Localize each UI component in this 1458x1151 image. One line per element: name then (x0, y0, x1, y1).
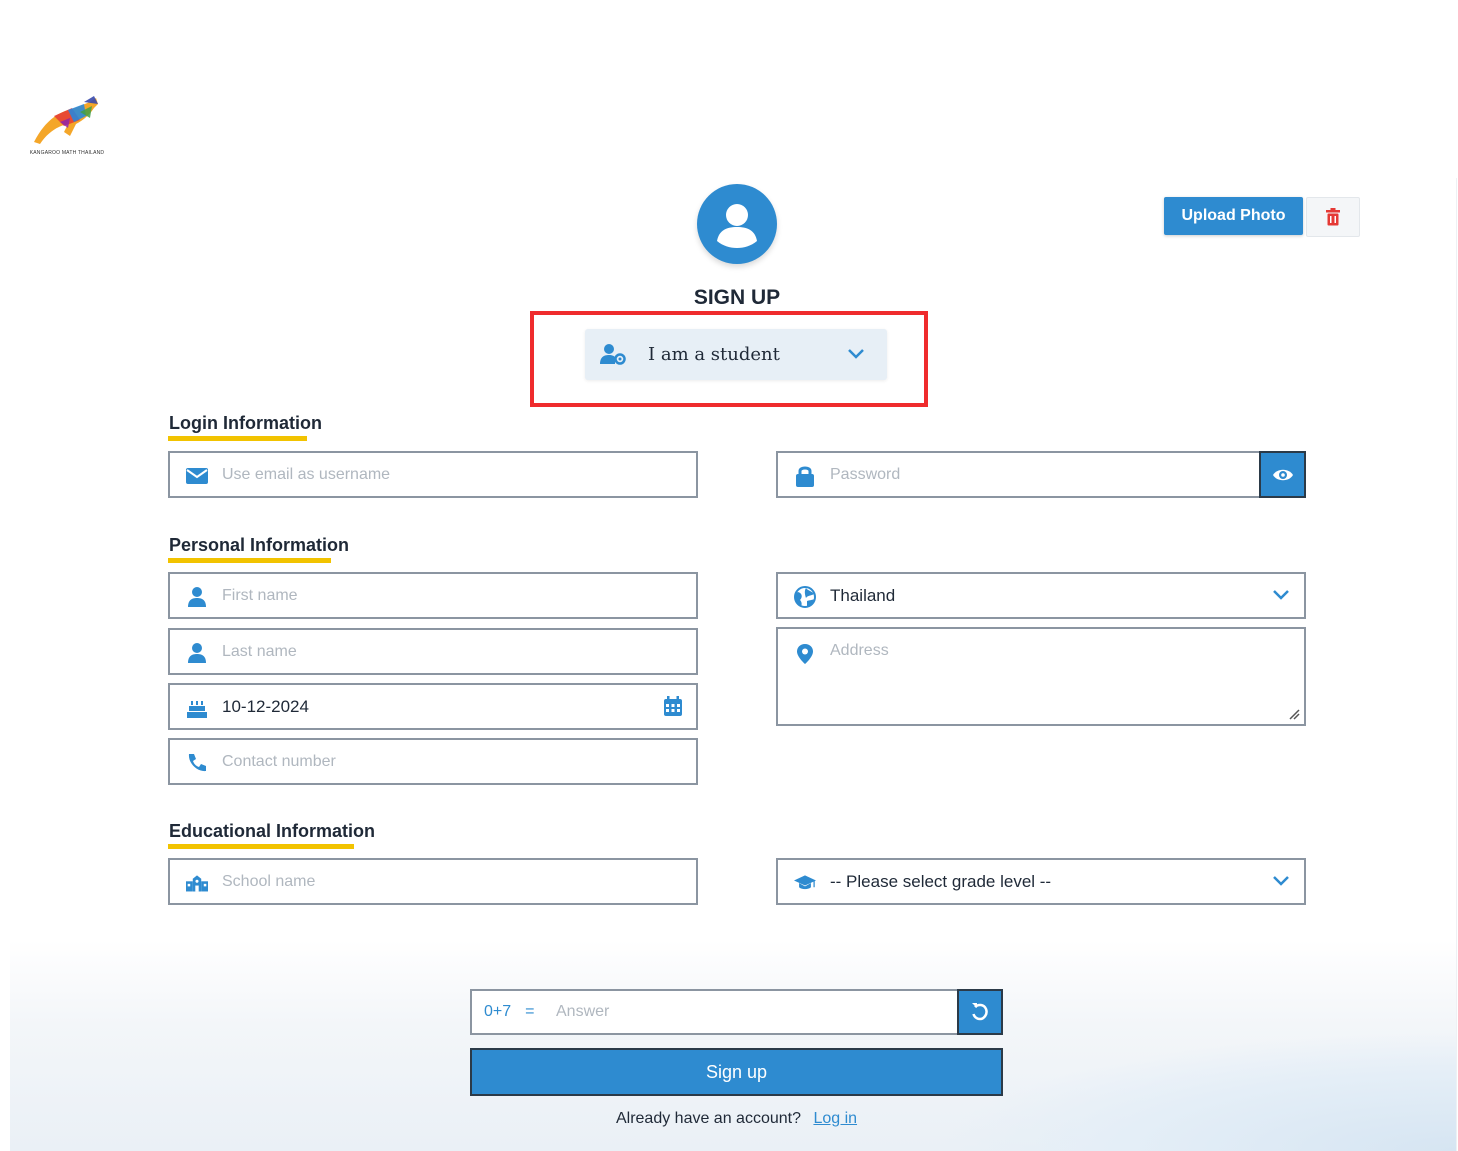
school-name-field[interactable]: School name (168, 858, 698, 905)
email-field[interactable]: Use email as username (168, 451, 698, 498)
captcha-answer-placeholder: Answer (556, 1003, 610, 1020)
section-underline (168, 558, 331, 563)
trash-icon (1326, 208, 1340, 226)
address-placeholder: Address (830, 642, 889, 659)
globe-icon (794, 586, 816, 608)
sign-up-button[interactable]: Sign up (470, 1048, 1003, 1096)
login-link[interactable]: Log in (813, 1110, 857, 1127)
login-prompt: Already have an account? Log in (470, 1110, 1003, 1128)
have-account-text: Already have an account? (615, 1110, 801, 1127)
page-title: SIGN UP (693, 286, 781, 309)
captcha-field[interactable]: 0+7 = Answer (470, 989, 1003, 1035)
eye-icon (1272, 469, 1293, 480)
user-icon (186, 586, 208, 608)
section-underline (168, 436, 307, 441)
first-name-placeholder: First name (222, 587, 298, 604)
last-name-field[interactable]: Last name (168, 628, 698, 675)
graduation-cap-icon (794, 872, 816, 894)
email-placeholder: Use email as username (222, 466, 391, 483)
refresh-icon (972, 1003, 988, 1021)
last-name-placeholder: Last name (222, 643, 297, 660)
delete-photo-button[interactable] (1306, 197, 1360, 237)
footer-wave (936, 1031, 1456, 1151)
contact-number-placeholder: Contact number (222, 753, 336, 770)
profile-avatar (697, 184, 777, 264)
user-avatar-icon (717, 204, 757, 248)
grade-level-value: -- Please select grade level -- (830, 872, 1052, 891)
section-underline (168, 844, 354, 849)
country-select[interactable]: Thailand (776, 572, 1306, 619)
envelope-icon (186, 465, 208, 487)
school-name-placeholder: School name (222, 873, 316, 890)
map-marker-icon (794, 643, 816, 665)
toggle-password-button[interactable] (1259, 451, 1306, 498)
kangaroo-logo-icon (34, 96, 98, 144)
kangaroo-logo: KANGAROO MATH THAILAND (24, 92, 110, 162)
school-icon (186, 872, 208, 894)
chevron-down-icon (1273, 590, 1289, 600)
grade-level-select[interactable]: -- Please select grade level -- (776, 858, 1306, 905)
password-field[interactable]: Password (776, 451, 1306, 498)
country-select-value: Thailand (830, 586, 896, 605)
contact-number-field[interactable]: Contact number (168, 738, 698, 785)
birthday-cake-icon (186, 697, 208, 719)
role-select-highlight (530, 311, 928, 407)
user-icon (186, 642, 208, 664)
address-textarea[interactable]: Address (776, 627, 1306, 726)
chevron-down-icon (1273, 876, 1289, 886)
section-title-personal: Personal Information (169, 535, 350, 555)
refresh-captcha-button[interactable] (957, 989, 1003, 1035)
resize-handle-icon[interactable] (1288, 708, 1300, 720)
section-title-education: Educational Information (169, 821, 376, 841)
section-title-login: Login Information (169, 413, 322, 433)
password-placeholder: Password (830, 466, 901, 483)
first-name-field[interactable]: First name (168, 572, 698, 619)
lock-icon (794, 465, 816, 487)
birth-date-field[interactable]: 10-12-2024 (168, 683, 698, 730)
phone-icon (186, 752, 208, 774)
upload-photo-button[interactable]: Upload Photo (1164, 197, 1303, 235)
captcha-question: 0+7 = (484, 1003, 535, 1020)
logo-caption: KANGAROO MATH THAILAND (29, 150, 105, 156)
calendar-icon[interactable] (664, 696, 682, 716)
birth-date-value: 10-12-2024 (222, 697, 309, 716)
